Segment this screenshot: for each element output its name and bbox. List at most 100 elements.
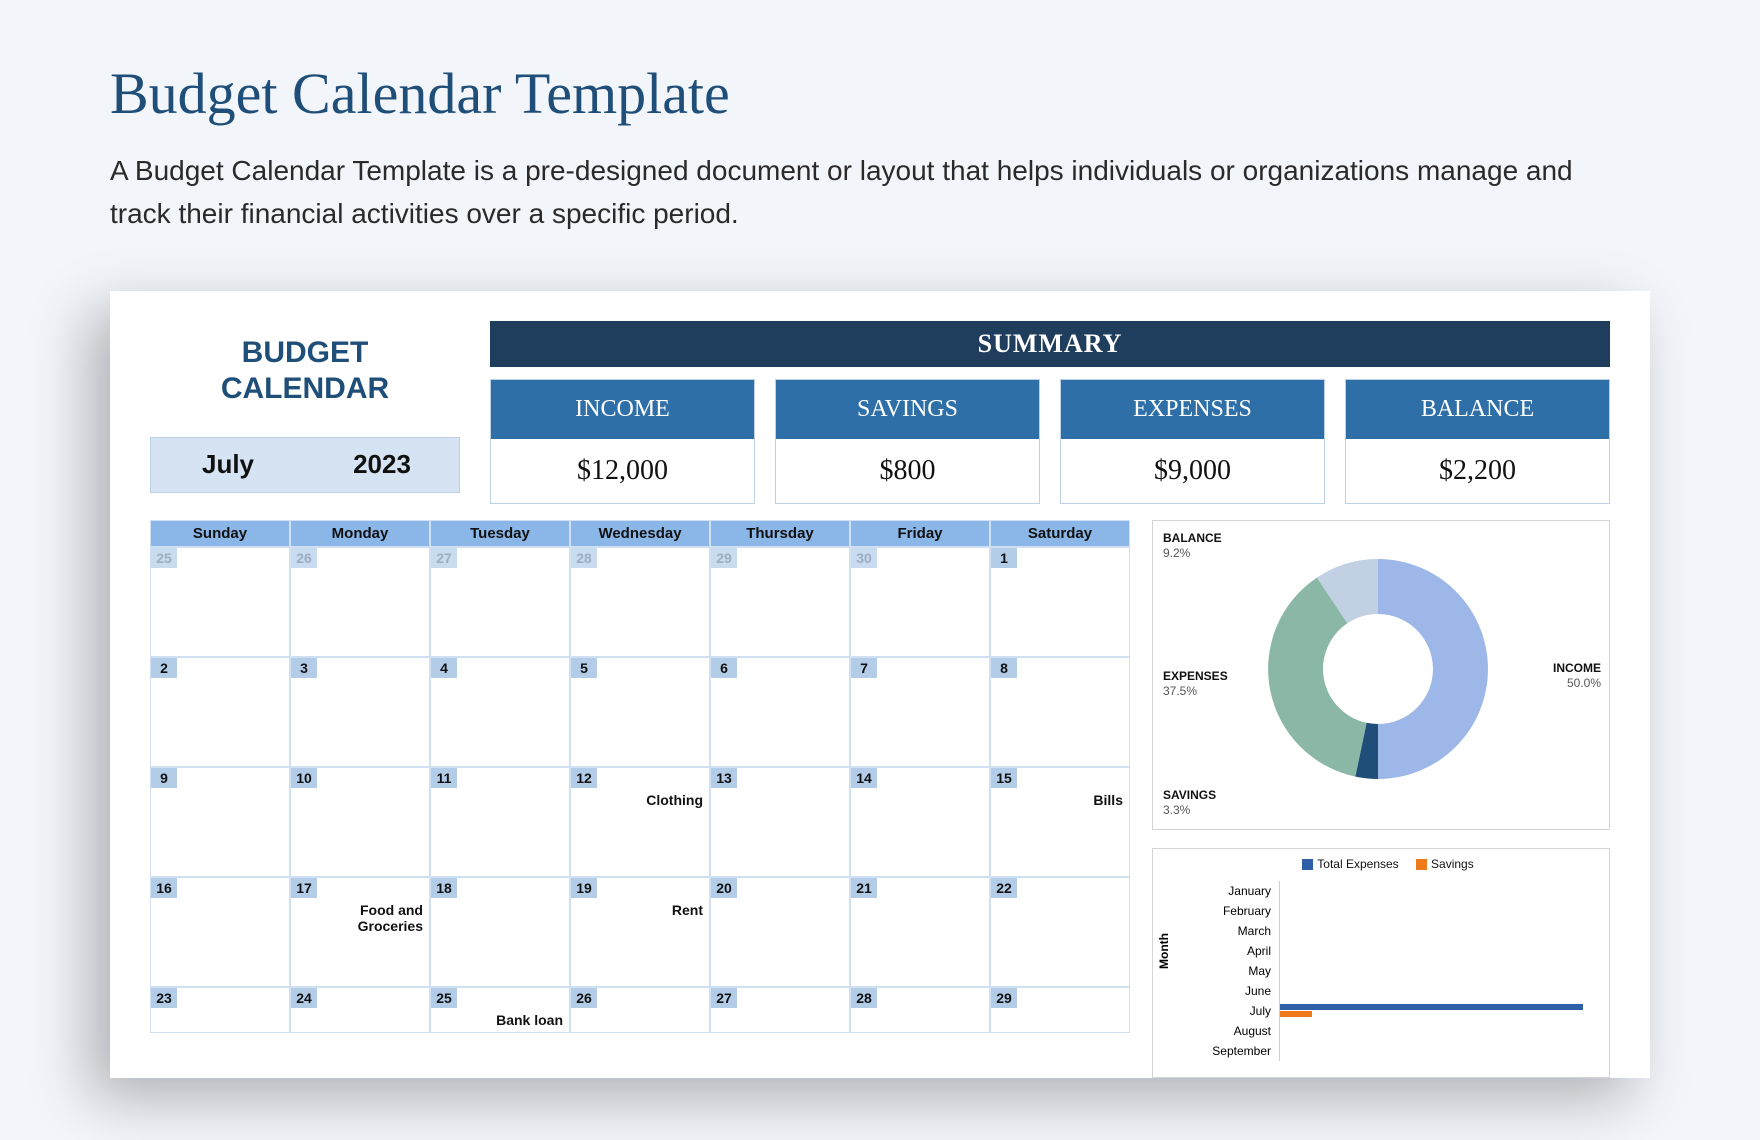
month-label: July — [151, 438, 305, 492]
calendar-cell[interactable]: 7 — [850, 657, 990, 767]
bar-chart: Total Expenses Savings Month January Febr… — [1152, 848, 1610, 1078]
donut-expenses-label: EXPENSES — [1163, 669, 1228, 683]
donut-savings-label: SAVINGS — [1163, 788, 1216, 802]
legend-expenses-label: Total Expenses — [1317, 857, 1398, 871]
calendar-cell[interactable]: 26 — [570, 987, 710, 1033]
day-number: 1 — [991, 548, 1017, 568]
day-number: 27 — [711, 988, 737, 1008]
calendar-cell[interactable]: 5 — [570, 657, 710, 767]
calendar-cell[interactable]: 24 — [290, 987, 430, 1033]
donut-income-label: INCOME — [1553, 661, 1601, 675]
calendar-cell[interactable]: 27 — [710, 987, 850, 1033]
calendar-event: Food and Groceries — [291, 902, 423, 934]
bar-month-label: April — [1207, 944, 1279, 958]
calendar-cell[interactable]: 22 — [990, 877, 1130, 987]
calendar-cell[interactable]: 30 — [850, 547, 990, 657]
calendar-cell[interactable]: 19Rent — [570, 877, 710, 987]
day-number: 16 — [151, 878, 177, 898]
calendar-cell[interactable]: 15Bills — [990, 767, 1130, 877]
balance-card: BALANCE $2,200 — [1345, 379, 1610, 504]
day-number: 7 — [851, 658, 877, 678]
bar-row: May — [1207, 961, 1599, 981]
calendar-cell[interactable]: 20 — [710, 877, 850, 987]
calendar-header: BUDGET CALENDAR July 2023 — [150, 321, 460, 504]
bar-row: March — [1207, 921, 1599, 941]
day-number: 23 — [151, 988, 177, 1008]
donut-savings-pct: 3.3% — [1163, 803, 1216, 819]
day-number: 21 — [851, 878, 877, 898]
donut-balance-label: BALANCE — [1163, 531, 1222, 545]
day-number: 25 — [431, 988, 457, 1008]
day-number: 13 — [711, 768, 737, 788]
day-number: 29 — [991, 988, 1017, 1008]
calendar-cell[interactable]: 18 — [430, 877, 570, 987]
calendar-cell[interactable]: 16 — [150, 877, 290, 987]
income-card-value: $12,000 — [491, 439, 754, 503]
bar-ylabel: Month — [1157, 933, 1171, 969]
dow-header: Friday — [850, 520, 990, 547]
income-card-label: INCOME — [491, 380, 754, 439]
day-number: 28 — [571, 548, 597, 568]
day-number: 9 — [151, 768, 177, 788]
day-number: 3 — [291, 658, 317, 678]
calendar-cell[interactable]: 2 — [150, 657, 290, 767]
day-number: 4 — [431, 658, 457, 678]
bar-legend: Total Expenses Savings — [1163, 857, 1599, 871]
calendar-cell[interactable]: 23 — [150, 987, 290, 1033]
day-number: 11 — [431, 768, 457, 788]
calendar-cell[interactable]: 13 — [710, 767, 850, 877]
day-number: 12 — [571, 768, 597, 788]
donut-expenses-pct: 37.5% — [1163, 684, 1228, 700]
bar-expenses — [1280, 1004, 1583, 1010]
day-number: 24 — [291, 988, 317, 1008]
calendar-cell[interactable]: 4 — [430, 657, 570, 767]
bar-month-label: February — [1207, 904, 1279, 918]
summary-title: SUMMARY — [490, 321, 1610, 367]
calendar-cell[interactable]: 12Clothing — [570, 767, 710, 877]
calendar-cell[interactable]: 25 — [150, 547, 290, 657]
calendar-cell[interactable]: 14 — [850, 767, 990, 877]
bar-row: September — [1207, 1041, 1599, 1061]
calendar-cell[interactable]: 28 — [570, 547, 710, 657]
budget-calendar-label-1: BUDGET — [242, 336, 369, 369]
dow-header: Tuesday — [430, 520, 570, 547]
day-number: 6 — [711, 658, 737, 678]
calendar-cell[interactable]: 25 Bank loan — [430, 987, 570, 1033]
calendar-cell[interactable]: 29 — [710, 547, 850, 657]
calendar-cell[interactable]: 28 — [850, 987, 990, 1033]
bar-month-label: July — [1207, 1004, 1279, 1018]
page-description: A Budget Calendar Template is a pre-desi… — [110, 149, 1630, 236]
bar-row: January — [1207, 881, 1599, 901]
calendar-cell[interactable]: 27 — [430, 547, 570, 657]
bar-row: June — [1207, 981, 1599, 1001]
donut-income-pct: 50.0% — [1553, 676, 1601, 692]
calendar-cell[interactable]: 3 — [290, 657, 430, 767]
calendar-cell[interactable]: 21 — [850, 877, 990, 987]
summary-cards: INCOME $12,000 SAVINGS $800 EXPENSES $9,… — [490, 379, 1610, 504]
calendar-cell[interactable]: 1 — [990, 547, 1130, 657]
day-number: 17 — [291, 878, 317, 898]
calendar-cell[interactable]: 26 — [290, 547, 430, 657]
dow-header: Wednesday — [570, 520, 710, 547]
calendar-cell[interactable]: 29 — [990, 987, 1130, 1033]
calendar-event: Bank loan — [496, 1012, 563, 1028]
budget-calendar-label-2: CALENDAR — [221, 372, 389, 405]
day-number: 15 — [991, 768, 1017, 788]
year-label: 2023 — [305, 438, 459, 492]
bar-month-label: September — [1207, 1044, 1279, 1058]
calendar-cell[interactable]: 9 — [150, 767, 290, 877]
dow-header: Monday — [290, 520, 430, 547]
day-number: 30 — [851, 548, 877, 568]
calendar-cell[interactable]: 6 — [710, 657, 850, 767]
calendar-cell[interactable]: 10 — [290, 767, 430, 877]
day-number: 19 — [571, 878, 597, 898]
day-number: 25 — [151, 548, 177, 568]
day-number: 20 — [711, 878, 737, 898]
calendar-cell[interactable]: 11 — [430, 767, 570, 877]
bar-month-label: June — [1207, 984, 1279, 998]
donut-svg — [1248, 539, 1508, 799]
day-number: 26 — [571, 988, 597, 1008]
day-number: 28 — [851, 988, 877, 1008]
calendar-cell[interactable]: 17 Food and Groceries — [290, 877, 430, 987]
calendar-cell[interactable]: 8 — [990, 657, 1130, 767]
